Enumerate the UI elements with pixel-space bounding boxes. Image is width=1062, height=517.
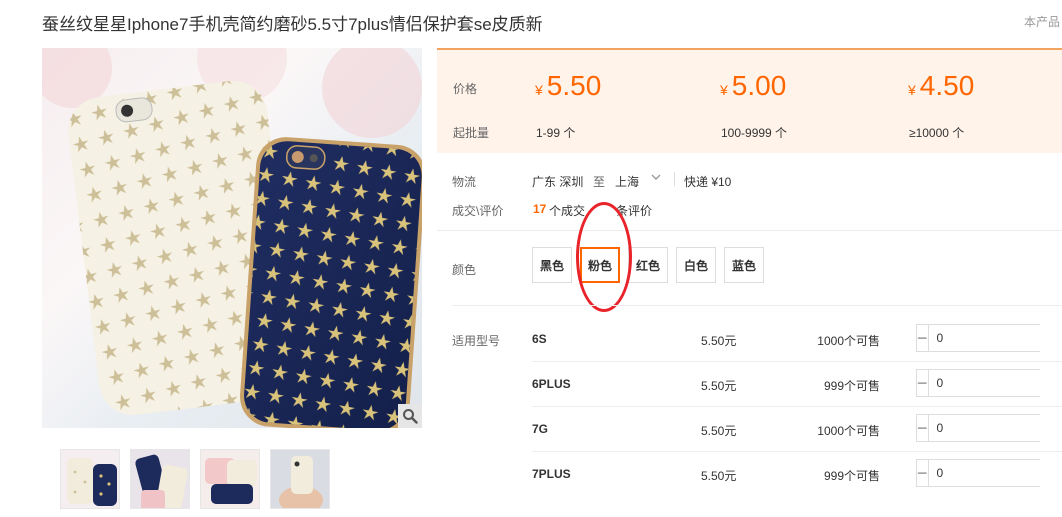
review-link[interactable]: 条评价: [616, 202, 652, 219]
deal-count: 17: [533, 202, 547, 216]
qty-range-2: 100-9999 个: [721, 126, 788, 140]
variant-name: 7PLUS: [532, 467, 571, 481]
thumbnail-3[interactable]: [200, 449, 260, 509]
variant-price: 5.50元: [701, 334, 737, 348]
variant-row-7plus: 7PLUS 5.50元 999个可售 − +: [532, 451, 1062, 496]
color-option-pink[interactable]: 粉色: [580, 247, 620, 283]
product-title: 蚕丝纹星星Iphone7手机壳简约磨砂5.5寸7plus情侣保护套se皮质新: [42, 15, 543, 34]
variant-price: 5.50元: [701, 379, 737, 393]
quantity-input[interactable]: [928, 370, 1062, 396]
variant-label: 适用型号: [452, 334, 501, 348]
variant-price: 5.50元: [701, 469, 737, 483]
section-divider: [437, 230, 1062, 231]
qty-range-1: 1-99 个: [536, 126, 576, 140]
variant-row-6plus: 6PLUS 5.50元 999个可售 − +: [532, 361, 1062, 406]
quantity-stepper: − +: [916, 369, 1062, 397]
variant-stock: 999个可售: [823, 379, 880, 393]
variant-name: 6PLUS: [532, 377, 571, 391]
thumbnail-strip: [60, 449, 330, 509]
quantity-stepper: − +: [916, 324, 1062, 352]
chevron-down-icon[interactable]: [651, 170, 661, 187]
quantity-input[interactable]: [928, 415, 1062, 441]
destination-select[interactable]: 上海: [615, 173, 639, 190]
price-tier-3: ¥4.50: [908, 70, 975, 101]
deal-count-suffix: 个成交: [549, 204, 586, 218]
origin-city: 广东 深圳: [532, 175, 584, 189]
price-tier-2: ¥5.00: [720, 70, 787, 101]
color-option-black[interactable]: 黑色: [532, 247, 572, 283]
variant-row-6s: 6S 5.50元 1000个可售 − +: [532, 316, 1062, 361]
corner-link[interactable]: 本产品: [1024, 13, 1060, 30]
color-option-white[interactable]: 白色: [676, 247, 716, 283]
shipping-fee: 快递 ¥10: [684, 175, 732, 189]
qty-range-3: ≥10000 个: [909, 126, 965, 140]
color-option-blue[interactable]: 蓝色: [724, 247, 764, 283]
deals-label: 成交\评价: [452, 204, 504, 218]
phone-cases-illustration: [42, 48, 422, 428]
quantity-stepper: − +: [916, 459, 1062, 487]
quantity-input[interactable]: [928, 460, 1062, 486]
variant-row-7g: 7G 5.50元 1000个可售 − +: [532, 406, 1062, 451]
logistics-label: 物流: [452, 175, 477, 189]
section-divider-2: [452, 305, 1062, 306]
variant-name: 7G: [532, 422, 549, 436]
price-panel: 价格 起批量 ¥5.50 ¥5.00 ¥4.50 1-99 个 100-9999…: [437, 48, 1062, 153]
variant-name: 6S: [532, 332, 547, 346]
variant-stock: 1000个可售: [817, 424, 880, 438]
product-main-image[interactable]: [42, 48, 422, 428]
quantity-stepper: − +: [916, 414, 1062, 442]
thumbnail-4[interactable]: [270, 449, 330, 509]
minus-icon[interactable]: −: [917, 370, 929, 396]
thumbnail-2[interactable]: [130, 449, 190, 509]
color-label: 颜色: [452, 263, 477, 277]
price-tier-1: ¥5.50: [535, 70, 602, 101]
quantity-input[interactable]: [928, 325, 1062, 351]
minus-icon[interactable]: −: [917, 415, 929, 441]
magnifier-icon: [403, 409, 418, 424]
variant-stock: 1000个可售: [817, 334, 880, 348]
price-label: 价格: [453, 82, 478, 96]
thumbnail-1[interactable]: [60, 449, 120, 509]
to-label: 至: [593, 175, 606, 189]
variant-stock: 999个可售: [823, 469, 880, 483]
minus-icon[interactable]: −: [917, 325, 929, 351]
logistics-divider: [674, 172, 675, 186]
zoom-button[interactable]: [398, 404, 422, 428]
minus-icon[interactable]: −: [917, 460, 929, 486]
min-qty-label: 起批量: [453, 126, 490, 140]
color-option-red[interactable]: 红色: [628, 247, 668, 283]
variant-price: 5.50元: [701, 424, 737, 438]
